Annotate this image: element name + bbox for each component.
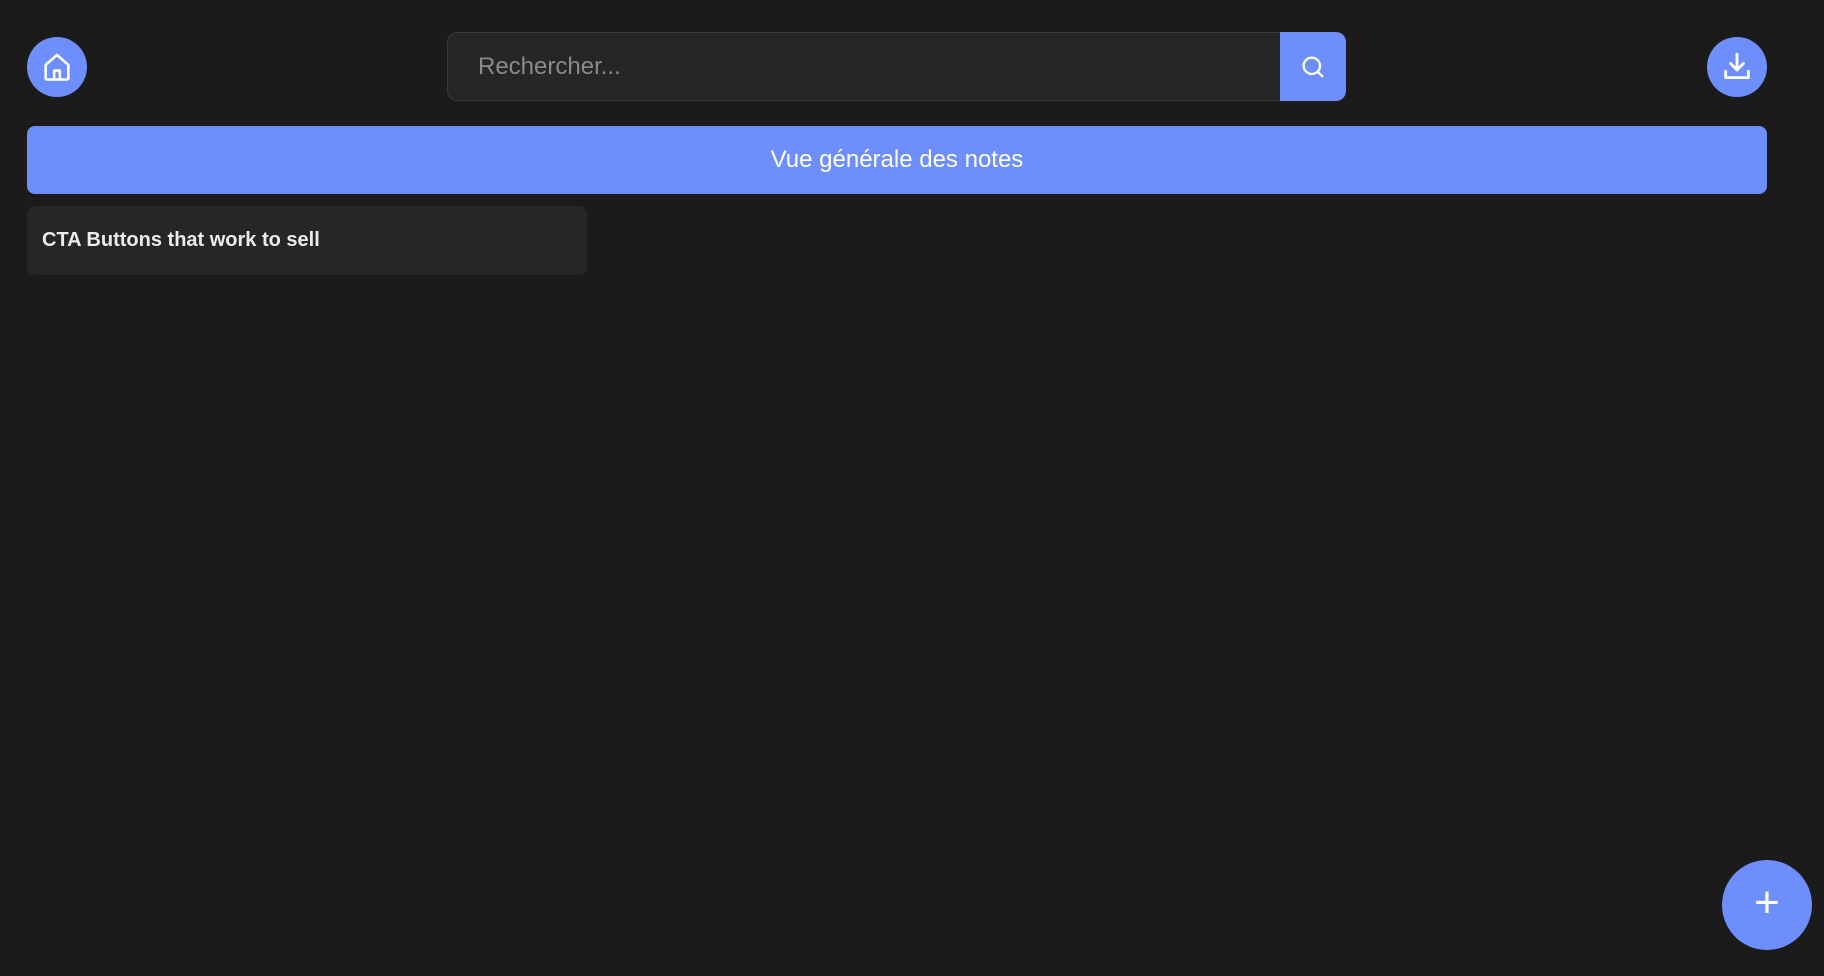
home-icon bbox=[44, 53, 70, 81]
app-page: Vue générale des notes CTA Buttons that … bbox=[0, 0, 1824, 976]
search-button[interactable] bbox=[1280, 32, 1346, 101]
search-icon bbox=[1302, 55, 1324, 78]
overview-label: Vue générale des notes bbox=[770, 146, 1024, 173]
add-note-button[interactable]: + bbox=[1722, 860, 1812, 950]
note-card[interactable]: CTA Buttons that work to sell bbox=[27, 206, 587, 275]
overview-button[interactable]: Vue générale des notes bbox=[27, 126, 1767, 194]
download-button[interactable] bbox=[1707, 37, 1767, 97]
note-title: CTA Buttons that work to sell bbox=[42, 229, 320, 251]
search-bar bbox=[447, 32, 1346, 101]
home-button[interactable] bbox=[27, 37, 87, 97]
download-icon bbox=[1724, 52, 1750, 80]
search-input[interactable] bbox=[447, 32, 1280, 101]
plus-icon: + bbox=[1754, 878, 1780, 927]
